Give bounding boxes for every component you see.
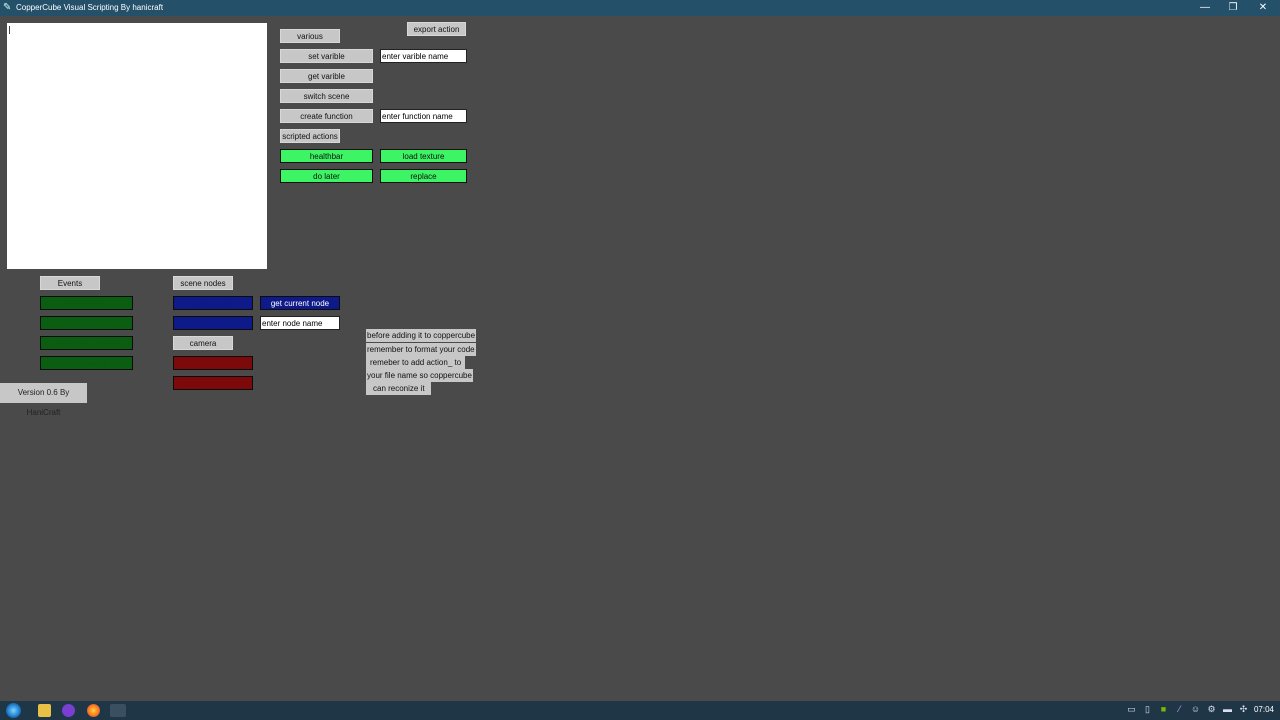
various-button[interactable]: various (280, 29, 340, 43)
close-button[interactable]: ✕ (1248, 0, 1278, 16)
note-line: remeber to add action_ to (366, 356, 466, 369)
window-title: CopperCube Visual Scripting By hanicraft (16, 3, 164, 12)
taskbar-clock[interactable]: 07:04 (1254, 705, 1274, 714)
clone-node-button[interactable]: clone node (173, 296, 253, 310)
set-variable-button[interactable]: set varible (280, 49, 373, 63)
create-function-button[interactable]: create function (280, 109, 373, 123)
file-explorer-icon[interactable] (38, 704, 51, 717)
coppercube-feather-icon[interactable] (110, 704, 126, 717)
text-caret (9, 26, 10, 34)
scripted-actions-button[interactable]: scripted actions (280, 129, 340, 143)
camera-button[interactable]: camera (173, 336, 233, 350)
tray-nvidia-icon[interactable]: ■ (1158, 704, 1169, 715)
scene-nodes-header-button[interactable]: scene nodes (173, 276, 233, 290)
tray-network-icon[interactable]: ✣ (1238, 704, 1249, 715)
get-variable-button[interactable]: get varible (280, 69, 373, 83)
get-node-by-name-button[interactable]: get node by name (173, 316, 253, 330)
tray-user-icon[interactable]: ☺ (1190, 704, 1201, 715)
switch-scene-button[interactable]: switch scene (280, 89, 373, 103)
variable-name-input[interactable]: enter varible name (380, 49, 467, 63)
tray-battery-icon[interactable]: ▬ (1222, 704, 1233, 715)
tray-settings-icon[interactable]: ⚙ (1206, 704, 1217, 715)
replace-button[interactable]: replace (380, 169, 467, 183)
title-bar: ✎ CopperCube Visual Scripting By hanicra… (0, 0, 1280, 16)
code-editor[interactable] (7, 23, 267, 269)
minimize-button[interactable]: — (1190, 0, 1220, 16)
on-keyup-button[interactable]: on keyup (40, 316, 133, 330)
set-active-camera-button[interactable]: set active camera (173, 356, 253, 370)
node-name-input[interactable]: enter node name (260, 316, 340, 330)
do-later-button[interactable]: do later (280, 169, 373, 183)
note-line: remember to format your code (366, 343, 476, 356)
on-mouse-up-button[interactable]: on mouse up (40, 356, 133, 370)
note-line: your file name so coppercube (366, 369, 473, 382)
browser-purple-icon[interactable] (62, 704, 75, 717)
tray-pen-icon[interactable]: ⁄ (1174, 704, 1185, 715)
function-name-input[interactable]: enter function name (380, 109, 467, 123)
tray-display-icon[interactable]: ▭ (1126, 704, 1137, 715)
get-active-camera-button[interactable]: get active camera (173, 376, 253, 390)
healthbar-button[interactable]: healthbar (280, 149, 373, 163)
maximize-button[interactable]: ❐ (1218, 0, 1248, 16)
note-line: can reconize it (366, 382, 431, 395)
on-mouse-down-button[interactable]: on mouse down (40, 336, 133, 350)
get-current-node-button[interactable]: get current node (260, 296, 340, 310)
tray-phone-icon[interactable]: ▯ (1142, 704, 1153, 715)
note-line: before adding it to coppercube (366, 329, 477, 342)
load-texture-button[interactable]: load texture (380, 149, 467, 163)
start-button-icon[interactable] (6, 703, 21, 718)
app-feather-icon: ✎ (3, 2, 12, 13)
taskbar: ▭ ▯ ■ ⁄ ☺ ⚙ ▬ ✣ 07:04 (0, 701, 1280, 720)
version-label: Version 0.6 By HaniCraft (0, 383, 87, 417)
on-keydown-button[interactable]: on keydown (40, 296, 133, 310)
firefox-icon[interactable] (87, 704, 100, 717)
export-action-button[interactable]: export action (407, 22, 466, 36)
events-header-button[interactable]: Events (40, 276, 100, 290)
